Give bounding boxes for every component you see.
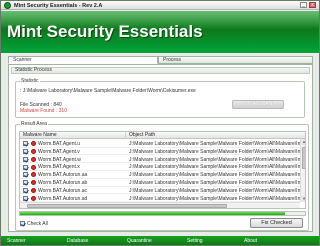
object-path-cell: J:\Malware Laboratory\Malware Sample\Mal…	[129, 156, 306, 163]
nav-scanner[interactable]: Scanner	[7, 238, 26, 244]
statistic-group: Statistic : J:\Malware Laboratory\Malwar…	[15, 78, 305, 118]
column-header-object-path[interactable]: Object Path	[126, 132, 305, 139]
stop-scan-button[interactable]: STOP SCAN	[232, 100, 284, 109]
malware-threat-icon	[31, 195, 36, 201]
table-row[interactable]: Worm.BAT.Autorun.ad J:\Malware Laboratory…	[20, 195, 306, 203]
check-all-box[interactable]	[20, 221, 25, 226]
bottom-navigation: Scanner Database Quarantine Setting Abou…	[1, 236, 319, 245]
nav-database[interactable]: Database	[67, 238, 88, 244]
banner-title: Mint Security Essentials	[7, 22, 203, 41]
window-title: Mint Security Essentials - Rev 2.A	[14, 2, 103, 9]
scroll-thumb[interactable]	[301, 147, 305, 169]
scanner-panel: Statistic Process Statistic : J:\Malware…	[8, 64, 313, 232]
object-path-cell: J:\Malware Laboratory\Malware Sample\Mal…	[129, 187, 306, 194]
app-logo-icon	[4, 2, 11, 9]
result-area-group: Result Area Malware Name Object Path Wor…	[15, 121, 309, 231]
column-header-malware-name[interactable]: Malware Name	[20, 132, 126, 139]
result-table: Malware Name Object Path Worm.BAT.Agent.…	[19, 131, 306, 209]
row-checkbox[interactable]	[23, 148, 28, 154]
malware-threat-icon	[31, 164, 36, 170]
table-row[interactable]: Worm.BAT.Autorun.ac J:\Malware Laboratory…	[20, 187, 306, 195]
row-checkbox[interactable]	[23, 141, 28, 147]
tab-scanner[interactable]: Scanner	[8, 56, 158, 64]
row-checkbox[interactable]	[23, 180, 28, 186]
malware-name-cell: Worm.BAT.Autorun.ac	[38, 187, 87, 194]
scroll-down-icon[interactable]: ▼	[301, 196, 305, 202]
nav-about[interactable]: About	[244, 238, 257, 244]
object-path-cell: J:\Malware Laboratory\Malware Sample\Mal…	[129, 141, 306, 147]
nav-setting[interactable]: Setting	[187, 238, 203, 244]
object-path-cell: J:\Malware Laboratory\Malware Sample\Mal…	[129, 164, 306, 171]
row-checkbox[interactable]	[23, 195, 28, 201]
object-path-cell: J:\Malware Laboratory\Malware Sample\Mal…	[129, 148, 306, 155]
title-bar[interactable]: Mint Security Essentials - Rev 2.A _ x	[1, 1, 319, 10]
table-row[interactable]: Worm.BAT.Agent.v J:\Malware Laboratory\Ma…	[20, 148, 306, 156]
malware-name-cell: Worm.BAT.Agent.v	[38, 148, 80, 155]
table-row[interactable]: Worm.BAT.Agent.w J:\Malware Laboratory\Ma…	[20, 156, 306, 164]
malware-name-cell: Worm.BAT.Agent.w	[38, 156, 81, 163]
panel-header: Statistic Process	[11, 67, 310, 74]
minimize-button[interactable]: _	[300, 2, 307, 8]
malware-name-cell: Worm.BAT.Autorun.aa	[38, 172, 88, 179]
malware-threat-icon	[31, 172, 36, 178]
progress-fill	[20, 212, 286, 215]
malware-found-count: Malware Found : 310	[20, 108, 67, 114]
object-path-cell: J:\Malware Laboratory\Malware Sample\Mal…	[129, 172, 306, 179]
fix-checked-button[interactable]: Fix Checked	[250, 218, 303, 228]
result-area-label: Result Area	[20, 121, 48, 127]
banner: Mint Security Essentials	[1, 11, 319, 53]
row-checkbox[interactable]	[23, 164, 28, 170]
malware-name-cell: Worm.BAT.Agent.u	[38, 141, 81, 147]
malware-threat-icon	[31, 156, 36, 162]
malware-name-cell: Worm.BAT.Autorun.ab	[38, 180, 88, 186]
tab-bar: Scanner Process	[8, 56, 313, 64]
check-all-label: Check All	[27, 221, 48, 227]
table-row[interactable]: Worm.BAT.Autorun.aa J:\Malware Laboratory…	[20, 171, 306, 179]
malware-name-cell: Worm.BAT.Agent.x	[38, 164, 80, 171]
malware-name-cell: Worm.BAT.Autorun.ad	[38, 195, 88, 202]
statistic-group-label: Statistic	[20, 78, 40, 84]
table-header: Malware Name Object Path	[20, 132, 305, 139]
table-row[interactable]: Worm.BAT.Agent.x J:\Malware Laboratory\Ma…	[20, 163, 306, 171]
nav-quarantine[interactable]: Quarantine	[127, 238, 152, 244]
row-checkbox[interactable]	[23, 172, 28, 178]
table-row[interactable]: Worm.BAT.Autorun.ab J:\Malware Laboratory…	[20, 179, 306, 187]
malware-threat-icon	[31, 148, 36, 154]
scan-progress-bar	[19, 211, 306, 216]
malware-threat-icon	[31, 141, 36, 147]
vertical-scrollbar[interactable]: ▲ ▼	[300, 139, 305, 202]
malware-threat-icon	[31, 187, 36, 193]
table-row[interactable]: Worm.BAT.Agent.u J:\Malware Laboratory\Ma…	[20, 140, 306, 148]
scroll-up-icon[interactable]: ▲	[301, 139, 305, 145]
horizontal-scrollbar[interactable]	[20, 202, 300, 208]
close-button[interactable]: x	[309, 2, 316, 8]
scan-status-path: : J:\Malware Laboratory\Malware Sample\M…	[20, 88, 196, 94]
tab-process[interactable]: Process	[158, 56, 313, 64]
malware-threat-icon	[31, 180, 36, 186]
row-checkbox[interactable]	[23, 156, 28, 162]
object-path-cell: J:\Malware Laboratory\Malware Sample\Mal…	[129, 195, 306, 202]
row-checkbox[interactable]	[23, 187, 28, 193]
app-window: Mint Security Essentials - Rev 2.A _ x M…	[0, 0, 320, 246]
horizontal-scroll-thumb[interactable]	[27, 204, 227, 208]
object-path-cell: J:\Malware Laboratory\Malware Sample\Mal…	[129, 180, 306, 186]
